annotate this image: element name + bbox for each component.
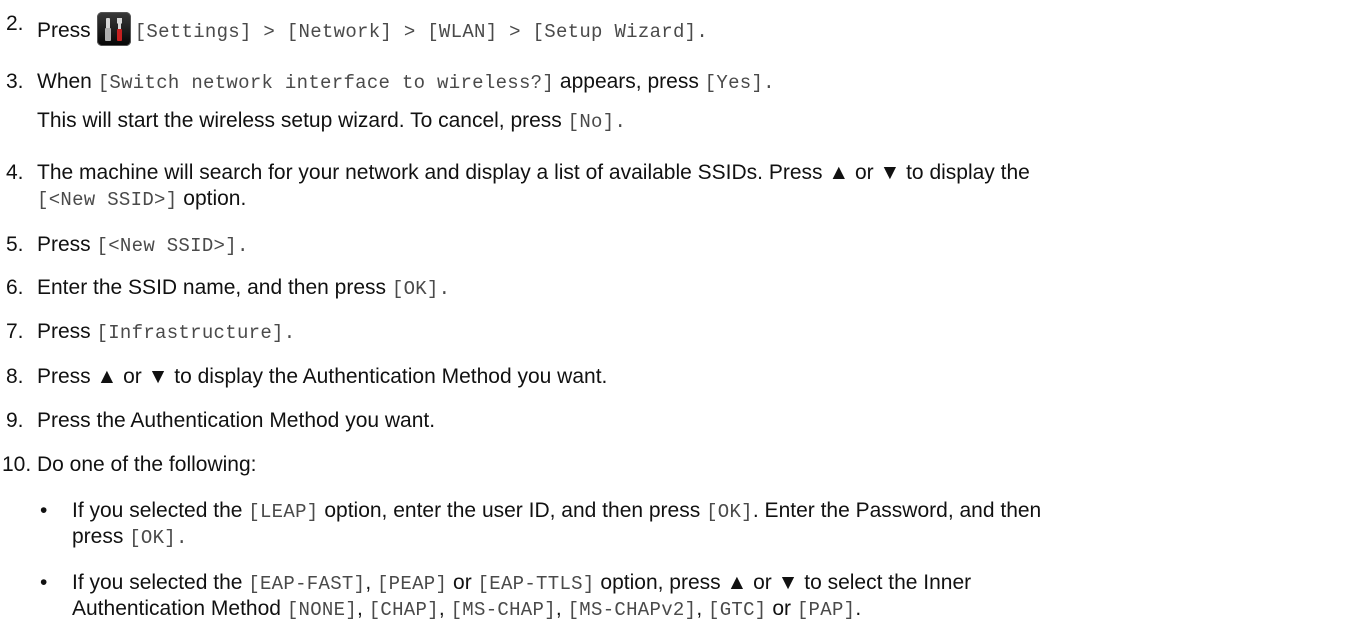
step-text: Enter the SSID name, and then press [OK]… (37, 276, 450, 300)
text-segment: , (696, 597, 708, 620)
screen-button-label: [OK]. (391, 278, 451, 300)
text-segment: Press (37, 19, 91, 42)
screen-option-label: [MS-CHAP] (450, 599, 556, 621)
text-segment: When (37, 70, 98, 93)
text-segment: , (438, 597, 451, 620)
step-number: 7. (6, 320, 24, 343)
step-number: 9. (6, 409, 24, 432)
text-segment: If you selected the (72, 499, 249, 522)
screen-button-label: [OK]. (129, 527, 188, 549)
text-segment: press (72, 525, 130, 548)
bullet-text: If you selected the [EAP-FAST], [PEAP] o… (72, 571, 971, 595)
screen-message: [Switch network interface to wireless?] (97, 72, 555, 94)
text-segment: Press (37, 233, 97, 256)
screen-option-label: [CHAP] (368, 599, 439, 621)
text-segment: , (365, 571, 377, 594)
step-3-note: This will start the wireless setup wizar… (37, 109, 626, 133)
text-segment: . Enter the Password, and then (752, 499, 1042, 522)
step-number: 6. (6, 276, 24, 299)
step-number: 10. (2, 453, 32, 476)
text-segment: , (555, 597, 568, 620)
screen-option-label: [LEAP] (248, 501, 319, 523)
text-segment: option, enter the user ID, and then pres… (318, 499, 707, 522)
screen-option-label: [NONE] (286, 599, 358, 621)
text-segment: , (357, 597, 369, 620)
screen-option-label: [EAP-FAST] (248, 573, 366, 595)
step-text: Press [Infrastructure]. (37, 320, 295, 344)
bullet-item-leap-continued: press [OK]. (72, 525, 188, 549)
screen-option-label: [GTC] (708, 599, 767, 621)
settings-tools-icon (96, 12, 131, 46)
text-segment: . (855, 597, 862, 620)
text-segment: This will start the wireless setup wizar… (37, 109, 568, 132)
text-segment: option. (177, 187, 247, 210)
step-text: Press [<New SSID>]. (37, 233, 249, 257)
screen-option-label: [EAP-TTLS] (477, 573, 595, 595)
step-text: Press [Settings] > [Network] > [WLAN] > … (37, 12, 708, 46)
screen-button-label: [OK] (706, 501, 753, 523)
step-4-continued: [<New SSID>] option. (37, 187, 246, 211)
screen-option-label: [MS-CHAPv2] (567, 599, 697, 621)
text-segment: appears, press (554, 70, 705, 93)
bullet-icon: • (40, 571, 48, 594)
text-segment: Press (37, 320, 97, 343)
menu-path: [Settings] > [Network] > [WLAN] > [Setup… (134, 21, 709, 43)
screen-option-label: [Infrastructure]. (96, 322, 296, 344)
text-segment: Enter the SSID name, and then press (37, 276, 392, 299)
bullet-text: If you selected the [LEAP] option, enter… (72, 499, 1041, 523)
step-text: Do one of the following: (37, 453, 257, 476)
step-number: 5. (6, 233, 24, 256)
text-segment: If you selected the (72, 571, 249, 594)
bullet-icon: • (40, 499, 48, 522)
screen-button-label: [Yes]. (704, 72, 775, 94)
text-segment: Authentication Method (72, 597, 287, 620)
step-text: Press the Authentication Method you want… (37, 409, 436, 432)
step-number: 2. (6, 12, 24, 35)
step-text: The machine will search for your network… (37, 161, 1030, 184)
screen-option-label: [PAP] (796, 599, 856, 621)
screen-option-label: [<New SSID>]. (96, 235, 249, 257)
screen-option-label: [PEAP] (376, 573, 448, 595)
step-number: 4. (6, 161, 24, 184)
step-number: 3. (6, 70, 24, 93)
bullet-item-eap-continued: Authentication Method [NONE], [CHAP], [M… (72, 597, 861, 621)
step-text: Press ▲ or ▼ to display the Authenticati… (37, 365, 608, 388)
text-segment: or (447, 571, 478, 594)
text-segment: option, press ▲ or ▼ to select the Inner (594, 571, 972, 594)
screen-button-label: [No]. (567, 111, 627, 133)
text-segment: or (766, 597, 797, 620)
step-text: When [Switch network interface to wirele… (37, 70, 775, 94)
screen-option-label: [<New SSID>] (37, 189, 178, 211)
step-number: 8. (6, 365, 24, 388)
